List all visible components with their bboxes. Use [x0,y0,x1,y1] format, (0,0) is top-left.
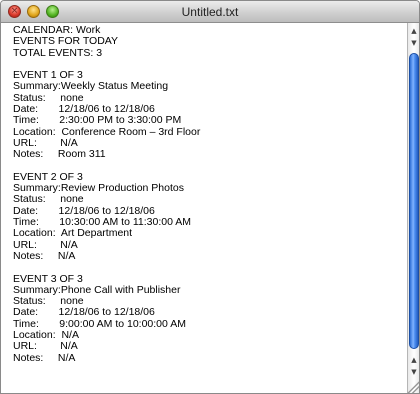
vertical-scrollbar[interactable]: ▲ ▼ ▲ ▼ [407,23,419,393]
scroll-thumb[interactable] [409,53,419,349]
title-bar[interactable]: × Untitled.txt [1,1,419,23]
document-line: Notes: N/A [13,351,76,364]
document-line: Location: Art Department [13,227,133,240]
arrow-down-icon[interactable]: ▼ [408,37,419,50]
document-line: Notes: N/A [13,249,76,262]
document-line: TOTAL EVENTS: 3 [13,46,103,59]
document-area[interactable]: CALENDAR: Work EVENTS FOR TODAY TOTAL EVEN… [1,23,406,393]
text-editor-window: × Untitled.txt CALENDAR: Work EVENTS FOR … [0,0,420,394]
document-line: URL: N/A [13,340,78,353]
document-text[interactable]: CALENDAR: Work EVENTS FOR TODAY TOTAL EVEN… [1,23,406,364]
arrow-down-icon[interactable]: ▼ [408,366,419,379]
window-title: Untitled.txt [181,5,239,19]
document-line: Notes: Room 311 [13,148,106,161]
resize-grip-icon[interactable] [406,380,419,393]
document-line: Time: 2:30:00 PM to 3:30:00 PM [13,114,182,127]
document-line: EVENTS FOR TODAY [13,35,119,48]
